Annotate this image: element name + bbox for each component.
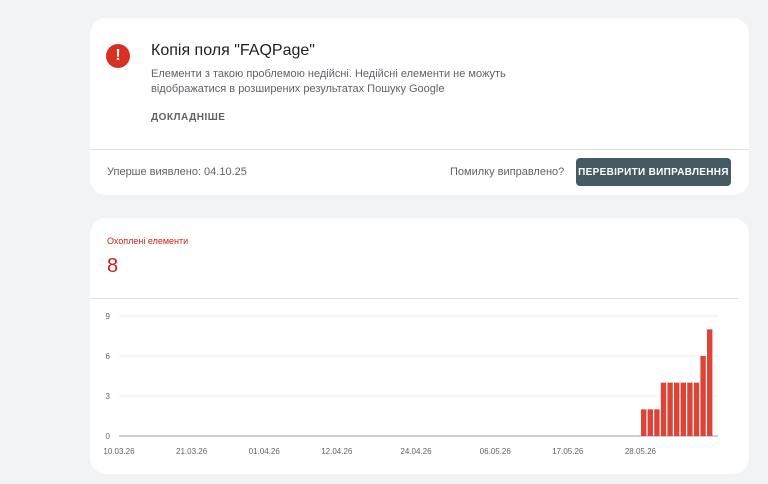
metric-label: Охоплені елементи xyxy=(107,236,189,246)
bar xyxy=(647,409,653,436)
bar xyxy=(674,382,680,436)
x-tick-label: 12.04.26 xyxy=(321,447,353,456)
issue-title: Копія поля "FAQPage" xyxy=(151,42,315,59)
bar xyxy=(667,382,673,436)
y-tick-label: 9 xyxy=(106,312,111,321)
bar xyxy=(641,409,647,436)
x-tick-label: 06.05.26 xyxy=(480,447,512,456)
x-tick-label: 17.05.26 xyxy=(552,447,584,456)
bar xyxy=(700,356,706,436)
bar xyxy=(693,382,700,436)
bar xyxy=(707,329,713,436)
y-tick-label: 6 xyxy=(106,352,111,361)
x-tick-label: 10.03.26 xyxy=(103,447,135,456)
bar xyxy=(660,382,667,436)
x-tick-label: 01.04.26 xyxy=(249,447,281,456)
error-icon: ! xyxy=(106,44,130,68)
bar xyxy=(687,382,693,436)
affected-items-chart: 0 3 6 9 10.03.26 21.03.26 01.04.26 12.04.26 24.0… xyxy=(103,312,718,456)
learn-more-link[interactable]: ДОКЛАДНІШЕ xyxy=(151,112,225,123)
fixed-question: Помилку виправлено? xyxy=(450,166,565,178)
x-tick-label: 28.05.26 xyxy=(625,447,657,456)
first-detected-date: Уперше виявлено: 04.10.25 xyxy=(107,166,247,178)
issue-description: Елементи з такою проблемою недійсні. Нед… xyxy=(151,67,551,97)
x-tick-label: 24.04.26 xyxy=(400,447,432,456)
x-tick-label: 21.03.26 xyxy=(176,447,208,456)
bar xyxy=(680,382,686,436)
bar xyxy=(654,409,660,436)
validate-fix-button[interactable]: ПЕРЕВІРИТИ ВИПРАВЛЕННЯ xyxy=(576,158,731,186)
divider xyxy=(90,149,749,150)
issue-card: ! Копія поля "FAQPage" Елементи з такою … xyxy=(90,18,749,195)
affected-items-card: Охоплені елементи 8 0 3 6 9 10.03.26 21.03.26… xyxy=(90,218,749,474)
issue-description-line: відображатися в розширених результатах П… xyxy=(151,83,445,95)
y-tick-label: 0 xyxy=(106,432,111,441)
issue-description-line: Елементи з такою проблемою недійсні. Нед… xyxy=(151,68,506,80)
y-tick-label: 3 xyxy=(106,392,111,401)
divider xyxy=(90,298,739,299)
metric-value: 8 xyxy=(107,255,119,277)
